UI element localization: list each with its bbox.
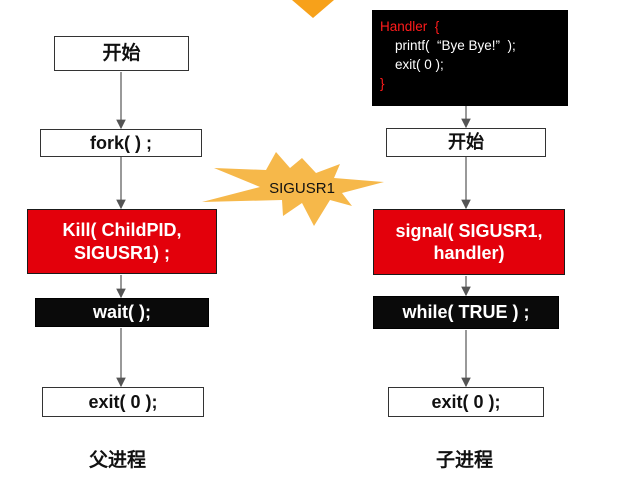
handler-code-line-3: exit( 0 );	[380, 57, 444, 72]
handler-code-block: Handler { printf( “Bye Bye!” ); exit( 0 …	[372, 10, 568, 106]
flow-diagram: SIGUSR1 开始 fork( ) ; Kill( ChildPID, SIG…	[0, 0, 628, 482]
child-while-box: while( TRUE ) ;	[373, 296, 559, 329]
handler-code-line-1: Handler {	[380, 19, 440, 34]
parent-process-caption: 父进程	[89, 450, 147, 471]
parent-fork-box: fork( ) ;	[40, 129, 202, 157]
handler-code-line-2: printf( “Bye Bye!” );	[380, 38, 516, 53]
top-triangle-shape	[292, 0, 334, 18]
child-process-caption: 子进程	[436, 450, 494, 471]
handler-code-line-4: }	[380, 76, 385, 91]
parent-exit-box: exit( 0 );	[42, 387, 204, 417]
signal-burst-label: SIGUSR1	[269, 180, 335, 197]
parent-start-box: 开始	[54, 36, 189, 71]
parent-wait-box: wait( );	[35, 298, 209, 327]
child-start-box: 开始	[386, 128, 546, 157]
parent-kill-box: Kill( ChildPID, SIGUSR1) ;	[27, 209, 217, 274]
child-exit-box: exit( 0 );	[388, 387, 544, 417]
child-signal-box: signal( SIGUSR1, handler)	[373, 209, 565, 275]
